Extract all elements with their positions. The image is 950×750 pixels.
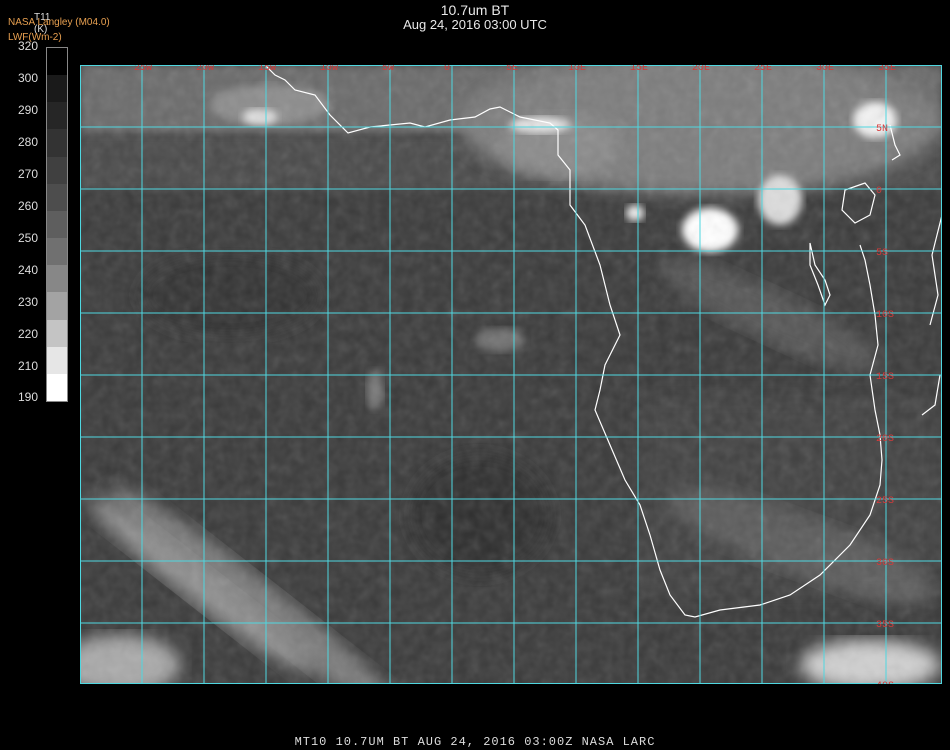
longitude-label: 20E (692, 65, 710, 74)
colorbar-tick-label: 210 (18, 359, 39, 373)
latitude-label: 5N (876, 124, 888, 135)
longitude-label: 0 (444, 65, 450, 74)
longitude-label: 15W (258, 65, 276, 74)
colorbar-tick-label: 290 (18, 103, 39, 117)
map-canvas: 25W 20W 15W 10W 5W 0 5E 10E 15E 20E 25E 30E 35E 5N 0 5S… (80, 65, 942, 684)
satellite-map[interactable]: 25W 20W 15W 10W 5W 0 5E 10E 15E 20E 25E 30E 35E 5N 0 5S… (80, 65, 942, 684)
latitude-label: 25S (876, 496, 894, 507)
footer-caption: MT10 10.7UM BT AUG 24, 2016 03:00Z NASA … (294, 735, 656, 749)
latitude-label: 35S (876, 620, 894, 631)
latitude-label: 15S (876, 372, 894, 383)
longitude-label: 35E (878, 65, 896, 74)
latitude-label: 40S (876, 681, 894, 684)
map-timestamp: Aug 24, 2016 03:00 UTC (403, 17, 547, 32)
latitude-label: 5S (876, 248, 888, 259)
latitude-label: 0 (876, 186, 882, 197)
longitude-label: 25W (134, 65, 152, 74)
colorbar-tick-label: 260 (18, 199, 39, 213)
colorbar-tick-label: 280 (18, 135, 39, 149)
colorbar-tick-label: 230 (18, 295, 39, 309)
colorbar-tick-label: 300 (18, 71, 39, 85)
longitude-label: 5W (382, 65, 394, 74)
colorbar-tick-label: 270 (18, 167, 39, 181)
map-title: 10.7um BT (440, 2, 510, 18)
longitude-label: 15E (630, 65, 648, 74)
credit-org: NASA Langley (M04.0) (8, 17, 110, 28)
longitude-label: 10W (320, 65, 338, 74)
colorbar-tick-label: 240 (18, 263, 39, 277)
longitude-label: 10E (568, 65, 586, 74)
latitude-label: 10S (876, 310, 894, 321)
colorbar-tick-label: 220 (18, 327, 39, 341)
colorbar-tick-label: 190 (18, 390, 39, 404)
latitude-label: 20S (876, 434, 894, 445)
longitude-label: 20W (196, 65, 214, 74)
longitude-label: 30E (816, 65, 834, 74)
longitude-label: 25E (754, 65, 772, 74)
longitude-label: 5E (506, 65, 518, 74)
latitude-label: 30S (876, 558, 894, 569)
colorbar (46, 47, 68, 402)
colorbar-tick-label: 250 (18, 231, 39, 245)
colorbar-tick-label: 320 (18, 39, 39, 53)
